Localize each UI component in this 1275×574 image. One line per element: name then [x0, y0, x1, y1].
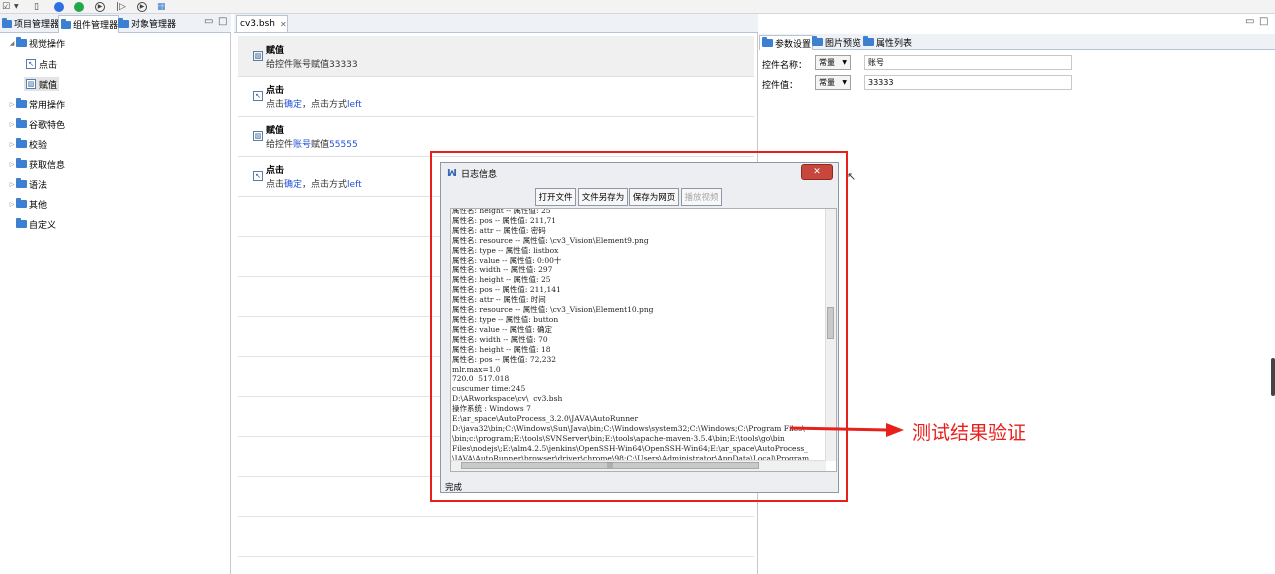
expand-icon[interactable]: ◢ [8, 40, 16, 47]
tree-group-verify[interactable]: ▷ 校验 [8, 137, 47, 151]
tab-cv3-bsh[interactable]: cv3.bsh ✕ [236, 15, 288, 32]
image-icon: ▨ [253, 51, 263, 61]
folder-icon [16, 138, 27, 148]
maximize-icon[interactable]: □ [218, 16, 227, 27]
folder-icon [16, 158, 27, 168]
cursor-icon: ↖ [26, 59, 36, 69]
minimize-icon[interactable]: ▭ [1245, 16, 1254, 27]
mouse-cursor-icon: ↖ [847, 170, 857, 183]
collapse-icon[interactable]: ▷ [8, 121, 16, 128]
empty-step-row [238, 516, 754, 557]
maximize-icon[interactable]: □ [1259, 16, 1268, 27]
collapse-icon[interactable]: ▷ [8, 101, 16, 108]
highlight-frame [430, 151, 848, 502]
tree-item-assign[interactable]: ▨ 赋值 [24, 77, 60, 91]
tab-parameter-settings[interactable]: 参数设置 [759, 35, 813, 50]
tree-group-google[interactable]: ▷ 谷歌特色 [8, 117, 65, 131]
left-panel: 项目管理器 组件管理器 对象管理器 ▭ □ ◢ 视觉操作 ↖ 点击 ▨ 赋值 ▷… [0, 14, 231, 574]
collapse-icon[interactable]: ▷ [8, 201, 16, 208]
collapse-icon[interactable]: ▷ [8, 181, 16, 188]
tab-image-preview[interactable]: 图片预览 [810, 35, 862, 49]
annotation-arrow [789, 423, 904, 437]
target-link[interactable]: 确定 [284, 180, 302, 190]
properties-tabs: 参数设置 图片预览 属性列表 [759, 34, 1275, 50]
step-row[interactable]: ▨ 赋值 给控件账号赋值33333 [238, 36, 754, 77]
folder-icon [61, 18, 71, 29]
image-icon: ▨ [253, 131, 263, 141]
image-icon: ▨ [26, 79, 36, 89]
target-link[interactable]: 确定 [284, 100, 302, 110]
annotation-label: 测试结果验证 [912, 422, 1027, 444]
control-name-field[interactable]: 账号 [864, 55, 1072, 70]
folder-icon [118, 17, 129, 28]
tab-attribute-list[interactable]: 属性列表 [861, 35, 913, 49]
play-icon[interactable]: ▶ [95, 2, 105, 12]
tree-item-click[interactable]: ↖ 点击 [26, 57, 57, 71]
close-tab-icon[interactable]: ✕ [280, 20, 287, 29]
step-description: 点击确定，点击方式left [266, 180, 362, 190]
step-title: 赋值 [266, 126, 285, 136]
control-name-label: 控件名称： [762, 61, 808, 71]
blue-circle-icon[interactable] [54, 2, 64, 12]
folder-icon [16, 178, 27, 188]
chevron-down-icon: ▼ [842, 79, 847, 86]
minimize-icon[interactable]: ▭ [204, 16, 213, 27]
step-description: 给控件账号赋值33333 [266, 60, 358, 70]
tree-group-visual[interactable]: ◢ 视觉操作 [8, 36, 65, 50]
document-icon[interactable]: ▯ [34, 2, 39, 12]
cursor-icon: ↖ [253, 91, 263, 101]
tab-component-manager[interactable]: 组件管理器 [58, 15, 119, 33]
control-value-field[interactable]: 33333 [864, 75, 1072, 90]
folder-icon [812, 36, 823, 46]
step-description: 给控件账号赋值55555 [266, 140, 358, 150]
step-description: 点击确定，点击方式left [266, 100, 362, 110]
control-value-label: 控件值： [762, 81, 799, 91]
record-icon[interactable]: ▶ [137, 2, 147, 12]
tab-object-manager[interactable]: 对象管理器 [116, 15, 176, 32]
editor-tabs: cv3.bsh ✕ [234, 14, 758, 33]
tree-group-get-info[interactable]: ▷ 获取信息 [8, 157, 65, 171]
grid-icon[interactable]: ▦ [157, 2, 166, 12]
tree-group-common[interactable]: ▷ 常用操作 [8, 97, 65, 111]
green-circle-icon[interactable] [74, 2, 84, 12]
step-row[interactable]: ↖ 点击 点击确定，点击方式left [238, 76, 754, 117]
folder-icon [2, 17, 12, 28]
step-icon[interactable]: |▷ [116, 2, 126, 12]
main-toolbar: ☑ ▼ ▯ ▶ |▷ ▶ ▦ [0, 0, 1275, 14]
tree-group-other[interactable]: ▷ 其他 [8, 197, 47, 211]
left-panel-tabs: 项目管理器 组件管理器 对象管理器 ▭ □ [0, 14, 231, 33]
step-title: 赋值 [266, 46, 285, 56]
control-value-type-select[interactable]: 常量 ▼ [815, 75, 851, 90]
checklist-icon[interactable]: ☑ [2, 2, 10, 12]
tree-group-syntax[interactable]: ▷ 语法 [8, 177, 47, 191]
cursor-icon: ↖ [253, 171, 263, 181]
step-title: 点击 [266, 166, 285, 176]
control-name-type-select[interactable]: 常量 ▼ [815, 55, 851, 70]
collapse-icon[interactable]: ▷ [8, 141, 16, 148]
step-title: 点击 [266, 86, 285, 96]
folder-icon [16, 198, 27, 208]
folder-icon [16, 37, 27, 47]
collapse-icon[interactable]: ▷ [8, 161, 16, 168]
chevron-down-icon: ▼ [842, 59, 847, 66]
dropdown-arrow-icon[interactable]: ▼ [14, 2, 19, 12]
window-edge-handle [1271, 358, 1275, 396]
tab-project-manager[interactable]: 项目管理器 [0, 15, 59, 32]
folder-icon [16, 218, 27, 228]
folder-icon [863, 36, 874, 46]
target-link[interactable]: 账号 [293, 140, 311, 150]
folder-icon [16, 98, 27, 108]
folder-icon [762, 37, 773, 47]
tree-group-custom[interactable]: 自定义 [8, 217, 56, 231]
folder-icon [16, 118, 27, 128]
